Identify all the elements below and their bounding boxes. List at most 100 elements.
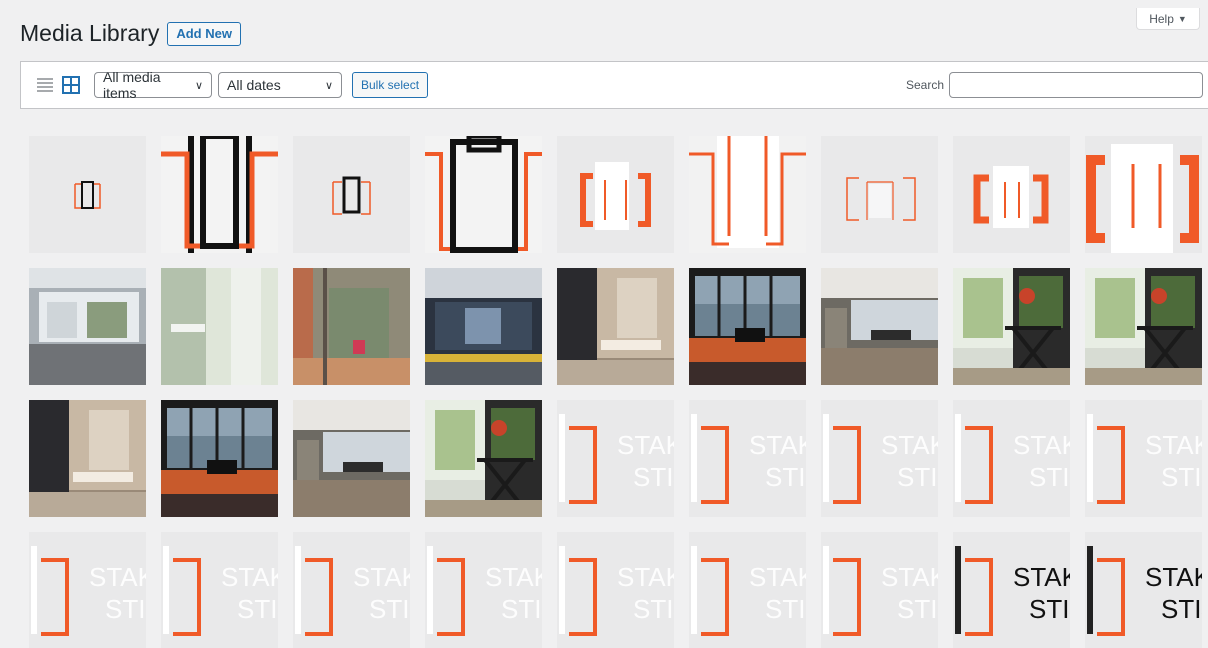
media-item[interactable] [29, 136, 146, 253]
media-thumbnail [425, 136, 542, 253]
thumbnail-text: STIJ [897, 594, 938, 624]
thumbnail-text: STIJ [765, 462, 806, 492]
media-thumbnail: STAK STIJ [293, 532, 410, 648]
thumbnail-text: STIJ [633, 594, 674, 624]
media-item[interactable]: STAK STIJ [821, 532, 938, 648]
media-item[interactable]: STAK STIJ [1085, 400, 1202, 517]
thumbnail-text: STAK [485, 562, 542, 592]
thumbnail-text: STAK [221, 562, 278, 592]
media-thumbnail: STAK STIJ [1085, 400, 1202, 517]
media-thumbnail [29, 268, 146, 385]
media-item[interactable] [293, 136, 410, 253]
media-thumbnail [689, 136, 806, 253]
media-item[interactable] [293, 268, 410, 385]
search-input[interactable] [949, 72, 1203, 98]
chevron-down-icon: ∨ [324, 79, 333, 92]
media-item[interactable] [1085, 136, 1202, 253]
media-item[interactable] [821, 268, 938, 385]
thumbnail-text: STAK [1145, 562, 1202, 592]
media-item[interactable] [557, 268, 674, 385]
thumbnail-text: STAK [749, 562, 806, 592]
media-item[interactable] [161, 400, 278, 517]
media-thumbnail: STAK STIJ [557, 532, 674, 648]
help-label: Help [1149, 11, 1174, 26]
date-filter-value: All dates [227, 77, 281, 93]
media-thumbnail [293, 268, 410, 385]
thumbnail-text: STIJ [1029, 594, 1070, 624]
media-thumbnail: STAK STIJ [1085, 532, 1202, 648]
media-thumbnail: STAK STIJ [953, 400, 1070, 517]
media-item[interactable] [425, 400, 542, 517]
media-item[interactable]: STAK STIJ [953, 532, 1070, 648]
media-item[interactable]: STAK STIJ [557, 532, 674, 648]
media-item[interactable] [293, 400, 410, 517]
media-thumbnail [425, 268, 542, 385]
media-item[interactable] [29, 268, 146, 385]
media-item[interactable]: STAK STIJ [557, 400, 674, 517]
media-item[interactable] [557, 136, 674, 253]
media-item[interactable]: STAK STIJ [821, 400, 938, 517]
media-item[interactable] [29, 400, 146, 517]
media-item[interactable]: STAK STIJ [425, 532, 542, 648]
media-item[interactable] [161, 268, 278, 385]
thumbnail-text: STIJ [237, 594, 278, 624]
list-view-icon[interactable] [36, 76, 54, 94]
thumbnail-text: STIJ [897, 462, 938, 492]
media-thumbnail: STAK STIJ [425, 532, 542, 648]
media-thumbnail: STAK STIJ [557, 400, 674, 517]
media-thumbnail [1085, 268, 1202, 385]
media-thumbnail: STAK STIJ [821, 532, 938, 648]
page-title: Media Library [20, 20, 160, 46]
media-thumbnail [29, 136, 146, 253]
media-item[interactable]: STAK STIJ [689, 400, 806, 517]
add-new-button[interactable]: Add New [167, 21, 241, 46]
thumbnail-text: STAK [353, 562, 410, 592]
thumbnail-text: STIJ [1161, 462, 1202, 492]
bulk-select-button[interactable]: Bulk select [352, 72, 429, 98]
media-item[interactable]: STAK STIJ [689, 532, 806, 648]
media-thumbnail [29, 400, 146, 517]
media-thumbnail: STAK STIJ [29, 532, 146, 648]
media-thumbnail [557, 268, 674, 385]
media-item[interactable] [1085, 268, 1202, 385]
media-item[interactable]: STAK STIJ [1085, 532, 1202, 648]
media-item[interactable]: STAK STIJ [293, 532, 410, 648]
media-item[interactable] [821, 136, 938, 253]
search-label: Search [905, 78, 944, 92]
media-item[interactable] [425, 136, 542, 253]
media-thumbnail [689, 268, 806, 385]
media-thumbnail [293, 136, 410, 253]
grid-view-icon[interactable] [62, 76, 80, 94]
thumbnail-text: STIJ [105, 594, 146, 624]
chevron-down-icon: ∨ [194, 79, 203, 92]
thumbnail-text: STAK [749, 430, 806, 460]
media-toolbar: All media items ∨ All dates ∨ Bulk selec… [20, 61, 1208, 109]
media-thumbnail [953, 268, 1070, 385]
media-grid: STAK STIJ STAK STIJ STAK STIJ STAK STIJ … [29, 136, 1208, 648]
media-item[interactable] [161, 136, 278, 253]
media-thumbnail: STAK STIJ [953, 532, 1070, 648]
page-header: Media Library Add New [20, 20, 241, 47]
thumbnail-text: STIJ [1029, 462, 1070, 492]
media-item[interactable] [953, 268, 1070, 385]
media-item[interactable] [689, 136, 806, 253]
help-tab[interactable]: Help ▼ [1136, 8, 1200, 30]
media-thumbnail [161, 400, 278, 517]
media-item[interactable]: STAK STIJ [953, 400, 1070, 517]
media-item[interactable] [953, 136, 1070, 253]
media-item[interactable]: STAK STIJ [29, 532, 146, 648]
thumbnail-text: STIJ [765, 594, 806, 624]
media-item[interactable]: STAK STIJ [161, 532, 278, 648]
media-thumbnail: STAK STIJ [821, 400, 938, 517]
thumbnail-text: STIJ [633, 462, 674, 492]
thumbnail-text: STAK [881, 430, 938, 460]
thumbnail-text: STAK [1145, 430, 1202, 460]
thumbnail-text: STAK [881, 562, 938, 592]
thumbnail-text: STIJ [369, 594, 410, 624]
media-thumbnail [161, 136, 278, 253]
media-type-filter[interactable]: All media items ∨ [94, 69, 212, 101]
thumbnail-text: STIJ [1161, 594, 1202, 624]
media-item[interactable] [425, 268, 542, 385]
media-item[interactable] [689, 268, 806, 385]
date-filter[interactable]: All dates ∨ [218, 72, 342, 98]
